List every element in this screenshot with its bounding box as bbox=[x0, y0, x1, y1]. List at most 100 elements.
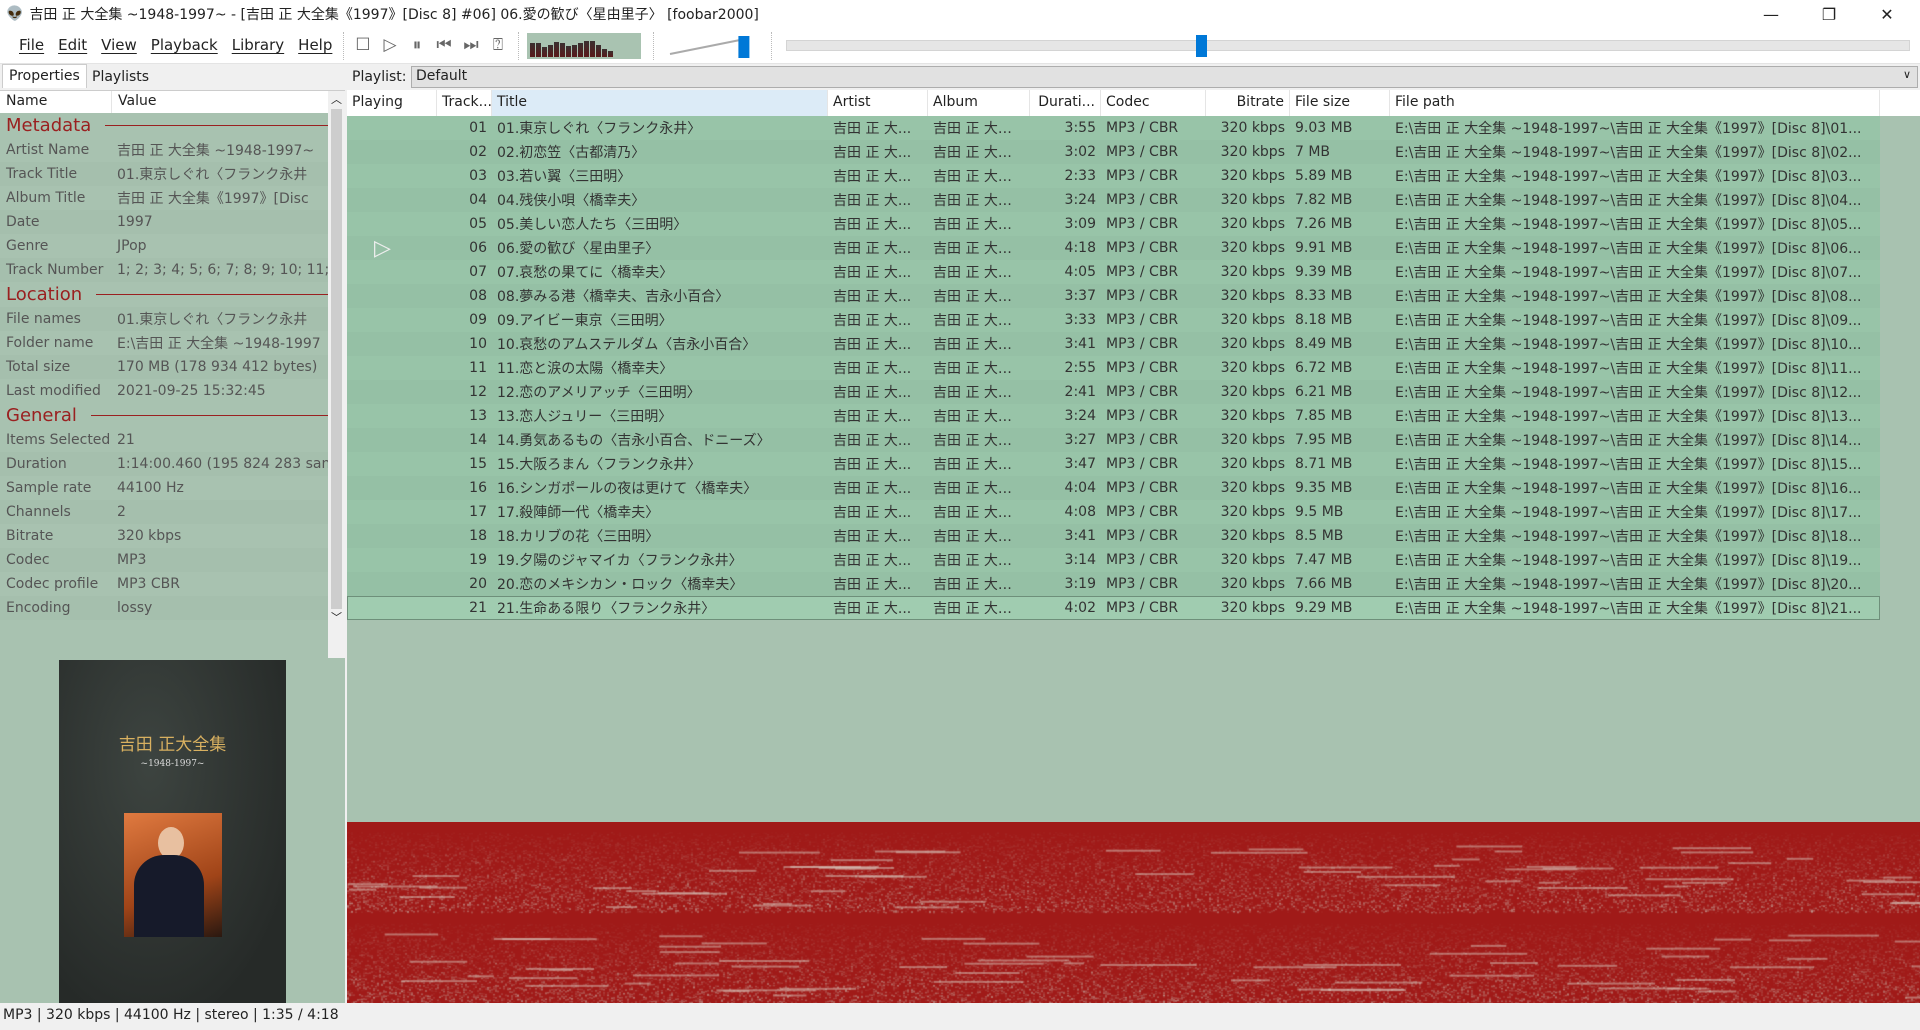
track-duration: 4:08 bbox=[1064, 504, 1096, 520]
column-header[interactable]: Artist bbox=[828, 90, 928, 116]
playlist-row[interactable]: 16 16.シンガポールの夜は更けて〈橋幸夫〉 吉田 正 大... 吉田 正 大全..… bbox=[347, 476, 1880, 500]
playlist-row[interactable]: 09 09.アイビー東京〈三田明〉 吉田 正 大... 吉田 正 大全... 3:33 M… bbox=[347, 308, 1880, 332]
track-codec: MP3 / CBR bbox=[1106, 288, 1179, 304]
track-artist: 吉田 正 大... bbox=[833, 265, 912, 281]
track-filesize: 7.47 MB bbox=[1295, 552, 1353, 568]
playlist-row[interactable]: 19 19.夕陽のジャマイカ〈フランク永井〉 吉田 正 大... 吉田 正 大全...… bbox=[347, 548, 1880, 572]
previous-icon[interactable]: ⏮ bbox=[434, 35, 454, 55]
menu-playback[interactable]: Playback bbox=[151, 36, 218, 54]
volume-slider[interactable] bbox=[668, 36, 758, 58]
track-album: 吉田 正 大全... bbox=[933, 241, 1026, 257]
tab-playlists[interactable]: Playlists bbox=[86, 66, 155, 90]
menu-file[interactable]: File bbox=[19, 36, 44, 54]
menu-help[interactable]: Help bbox=[298, 36, 332, 54]
track-duration: 3:24 bbox=[1064, 192, 1096, 208]
seek-bar[interactable] bbox=[786, 35, 1910, 57]
column-header[interactable]: File size bbox=[1290, 90, 1390, 116]
playlist-row[interactable]: 02 02.初恋笠〈古都清乃〉 吉田 正 大... 吉田 正 大全... 3:02 MP3… bbox=[347, 140, 1880, 164]
stop-icon[interactable]: ☐ bbox=[353, 35, 373, 55]
column-header[interactable]: Track... bbox=[437, 90, 492, 116]
property-row[interactable]: Genre JPop bbox=[0, 234, 328, 258]
column-name[interactable]: Name bbox=[0, 91, 112, 113]
playlist-row[interactable]: 14 14.勇気あるもの〈吉永小百合、ドニーズ〉 吉田 正 大... 吉田 正 大全.… bbox=[347, 428, 1880, 452]
track-filesize: 8.5 MB bbox=[1295, 528, 1344, 544]
playlist-row[interactable]: 01 01.東京しぐれ〈フランク永井〉 吉田 正 大... 吉田 正 大全... 3:5… bbox=[347, 116, 1880, 140]
play-icon[interactable]: ▷ bbox=[380, 35, 400, 55]
playlist-row[interactable]: 07 07.哀愁の果てに〈橋幸夫〉 吉田 正 大... 吉田 正 大全... 4:05 M… bbox=[347, 260, 1880, 284]
playlist-row[interactable]: 08 08.夢みる港〈橋幸夫、吉永小百合〉 吉田 正 大... 吉田 正 大全... 3… bbox=[347, 284, 1880, 308]
playlist-row[interactable]: ▷ 06 06.愛の歓び〈星由里子〉 吉田 正 大... 吉田 正 大全... 4:18 M… bbox=[347, 236, 1880, 261]
track-codec: MP3 / CBR bbox=[1106, 360, 1179, 376]
cover-title: 吉田 正大全集 bbox=[118, 735, 227, 755]
property-row[interactable]: Codec MP3 bbox=[0, 548, 328, 572]
property-row[interactable]: File names 01.東京しぐれ〈フランク永井 bbox=[0, 307, 328, 331]
playlist-row[interactable]: 10 10.哀愁のアムステルダム〈吉永小百合〉 吉田 正 大... 吉田 正 大全..… bbox=[347, 332, 1880, 356]
property-row[interactable]: Folder name E:\吉田 正 大全集 ~1948-1997 bbox=[0, 331, 328, 355]
pause-icon[interactable]: ⏸ bbox=[407, 35, 427, 55]
column-value[interactable]: Value bbox=[112, 91, 162, 113]
property-row[interactable]: Codec profile MP3 CBR bbox=[0, 572, 328, 596]
next-icon[interactable]: ⏭ bbox=[461, 35, 481, 55]
playlist-row[interactable]: 05 05.美しい恋人たち〈三田明〉 吉田 正 大... 吉田 正 大全... 3:09… bbox=[347, 212, 1880, 236]
track-number: 15 bbox=[469, 456, 487, 472]
close-button[interactable]: ✕ bbox=[1858, 0, 1916, 28]
minimize-button[interactable]: — bbox=[1742, 0, 1800, 28]
column-header[interactable]: Playing bbox=[347, 90, 437, 116]
property-row[interactable]: Duration 1:14:00.460 (195 824 283 san bbox=[0, 452, 328, 476]
playlist-row[interactable]: 11 11.恋と涙の太陽〈橋幸夫〉 吉田 正 大... 吉田 正 大全... 2:55 M… bbox=[347, 356, 1880, 380]
property-row[interactable]: Encoding lossy bbox=[0, 596, 328, 620]
playlist-dropdown[interactable]: Default ∨ bbox=[411, 66, 1918, 88]
track-album: 吉田 正 大全... bbox=[933, 433, 1026, 449]
property-row[interactable]: Artist Name 吉田 正 大全集 ~1948-1997~ bbox=[0, 138, 328, 162]
seek-thumb[interactable] bbox=[1196, 35, 1208, 57]
menu-library[interactable]: Library bbox=[232, 36, 284, 54]
column-header[interactable]: Durati... bbox=[1030, 90, 1101, 116]
property-row[interactable]: Channels 2 bbox=[0, 500, 328, 524]
playlist-row[interactable]: 04 04.残侠小唄〈橋幸夫〉 吉田 正 大... 吉田 正 大全... 3:24 MP3… bbox=[347, 188, 1880, 212]
menu-view[interactable]: View bbox=[101, 36, 137, 54]
property-row[interactable]: Track Title 01.東京しぐれ〈フランク永井 bbox=[0, 162, 328, 186]
track-filesize: 7 MB bbox=[1295, 144, 1331, 160]
property-value: 2 bbox=[117, 504, 126, 520]
playlist-row[interactable]: 12 12.恋のアメリアッチ〈三田明〉 吉田 正 大... 吉田 正 大全... 2:4… bbox=[347, 380, 1880, 404]
playlist-row[interactable]: 15 15.大阪ろまん〈フランク永井〉 吉田 正 大... 吉田 正 大全... 3:4… bbox=[347, 452, 1880, 476]
property-value: 吉田 正 大全集《1997》[Disc bbox=[117, 191, 309, 207]
track-codec: MP3 / CBR bbox=[1106, 120, 1179, 136]
property-row[interactable]: Items Selected 21 bbox=[0, 428, 328, 452]
playlist-row[interactable]: 20 20.恋のメキシカン・ロック〈橋幸夫〉 吉田 正 大... 吉田 正 大全...… bbox=[347, 572, 1880, 596]
playlist-row[interactable]: 17 17.殺陣師一代〈橋幸夫〉 吉田 正 大... 吉田 正 大全... 4:08 MP… bbox=[347, 500, 1880, 524]
maximize-button[interactable]: ❐ bbox=[1800, 0, 1858, 28]
property-row[interactable]: Track Number 1; 2; 3; 4; 5; 6; 7; 8; 9; 1… bbox=[0, 258, 328, 282]
column-header[interactable]: Codec bbox=[1101, 90, 1206, 116]
playlist-row[interactable]: 21 21.生命ある限り〈フランク永井〉 吉田 正 大... 吉田 正 大全... 4:… bbox=[347, 596, 1880, 620]
property-row[interactable]: Sample rate 44100 Hz bbox=[0, 476, 328, 500]
property-row[interactable]: Bitrate 320 kbps bbox=[0, 524, 328, 548]
track-number: 12 bbox=[469, 384, 487, 400]
track-filepath: E:\吉田 正 大全集 ~1948-1997~\吉田 正 大全集《1997》[D… bbox=[1395, 217, 1862, 233]
random-icon[interactable]: ⍰ bbox=[488, 35, 508, 55]
track-codec: MP3 / CBR bbox=[1106, 336, 1179, 352]
column-header[interactable]: File path bbox=[1390, 90, 1880, 116]
playlist-row[interactable]: 13 13.恋人ジュリー〈三田明〉 吉田 正 大... 吉田 正 大全... 3:24 M… bbox=[347, 404, 1880, 428]
property-row[interactable]: Total size 170 MB (178 934 412 bytes) bbox=[0, 355, 328, 379]
property-row[interactable]: Date 1997 bbox=[0, 210, 328, 234]
track-album: 吉田 正 大全... bbox=[933, 121, 1026, 137]
track-album: 吉田 正 大全... bbox=[933, 577, 1026, 593]
vertical-scrollbar[interactable]: ︿ ﹀ bbox=[328, 91, 345, 696]
track-filesize: 7.26 MB bbox=[1295, 216, 1353, 232]
track-album: 吉田 正 大全... bbox=[933, 529, 1026, 545]
track-filesize: 9.5 MB bbox=[1295, 504, 1344, 520]
column-header[interactable]: Title bbox=[492, 90, 828, 116]
property-row[interactable]: Album Title 吉田 正 大全集《1997》[Disc bbox=[0, 186, 328, 210]
track-bitrate: 320 kbps bbox=[1220, 312, 1285, 328]
playlist-row[interactable]: 03 03.若い翼〈三田明〉 吉田 正 大... 吉田 正 大全... 2:33 MP3 … bbox=[347, 164, 1880, 188]
track-artist: 吉田 正 大... bbox=[833, 313, 912, 329]
property-row[interactable]: Last modified 2021-09-25 15:32:45 bbox=[0, 379, 328, 403]
menu-edit[interactable]: Edit bbox=[58, 36, 87, 54]
track-filepath: E:\吉田 正 大全集 ~1948-1997~\吉田 正 大全集《1997》[D… bbox=[1395, 529, 1862, 545]
column-header[interactable]: Bitrate bbox=[1206, 90, 1290, 116]
tab-properties[interactable]: Properties bbox=[2, 64, 87, 88]
track-filesize: 5.89 MB bbox=[1295, 168, 1353, 184]
playlist-row[interactable]: 18 18.カリブの花〈三田明〉 吉田 正 大... 吉田 正 大全... 3:41 MP… bbox=[347, 524, 1880, 548]
column-header[interactable]: Album bbox=[928, 90, 1030, 116]
